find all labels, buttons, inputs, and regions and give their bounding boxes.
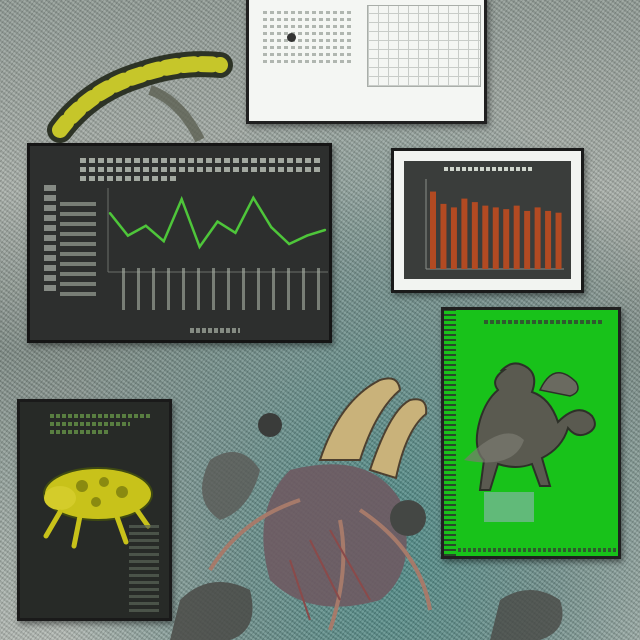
green-board [441, 307, 621, 559]
top-whiteboard [246, 0, 487, 124]
bar [503, 209, 510, 269]
bar [440, 203, 447, 269]
bar [545, 210, 552, 269]
x-axis-scribble [190, 328, 240, 333]
stone-orb [258, 413, 426, 536]
whiteboard-dot [287, 33, 296, 42]
bar [555, 212, 562, 269]
line-point [323, 228, 327, 232]
line-point [270, 226, 273, 229]
bar-chart-board [391, 148, 584, 293]
bar [471, 202, 478, 269]
green-board-footer-scribble [458, 548, 618, 552]
tentacle-creature-art [208, 377, 432, 631]
line-chart [107, 188, 328, 273]
line-point [305, 234, 309, 237]
line-chart-title-scribble [80, 154, 320, 185]
rock-art [202, 452, 260, 520]
bar [534, 207, 541, 269]
caterpillar-art [47, 51, 233, 143]
line-point [108, 212, 112, 215]
line-point [287, 242, 291, 246]
bar [450, 207, 457, 269]
bar [461, 198, 468, 269]
dark-poster [17, 399, 172, 621]
whiteboard-text-column [263, 7, 353, 67]
bar [513, 205, 520, 269]
line-point [252, 196, 255, 199]
y-axis-scribble [44, 181, 56, 291]
rock-art [170, 582, 253, 640]
bar-chart-panel [404, 161, 571, 279]
bar [430, 191, 436, 269]
line-point [216, 220, 219, 223]
whiteboard-grid [367, 5, 481, 87]
bar [524, 210, 531, 269]
bar [492, 207, 499, 269]
bar-chart-title-scribble [444, 167, 534, 171]
line-point [198, 245, 201, 248]
rock-art [490, 590, 563, 640]
line-point [126, 234, 130, 237]
line-point [180, 198, 183, 201]
line-chart-board [27, 143, 332, 343]
line-point [144, 224, 148, 227]
line-point [234, 231, 237, 234]
dragon-art [464, 362, 596, 522]
bar-chart [425, 179, 564, 270]
dark-poster-side-scribble [129, 522, 159, 612]
bar [482, 205, 489, 269]
x-tick-scribble [122, 268, 322, 310]
y-tick-scribble [60, 196, 96, 296]
line-point [162, 240, 165, 243]
